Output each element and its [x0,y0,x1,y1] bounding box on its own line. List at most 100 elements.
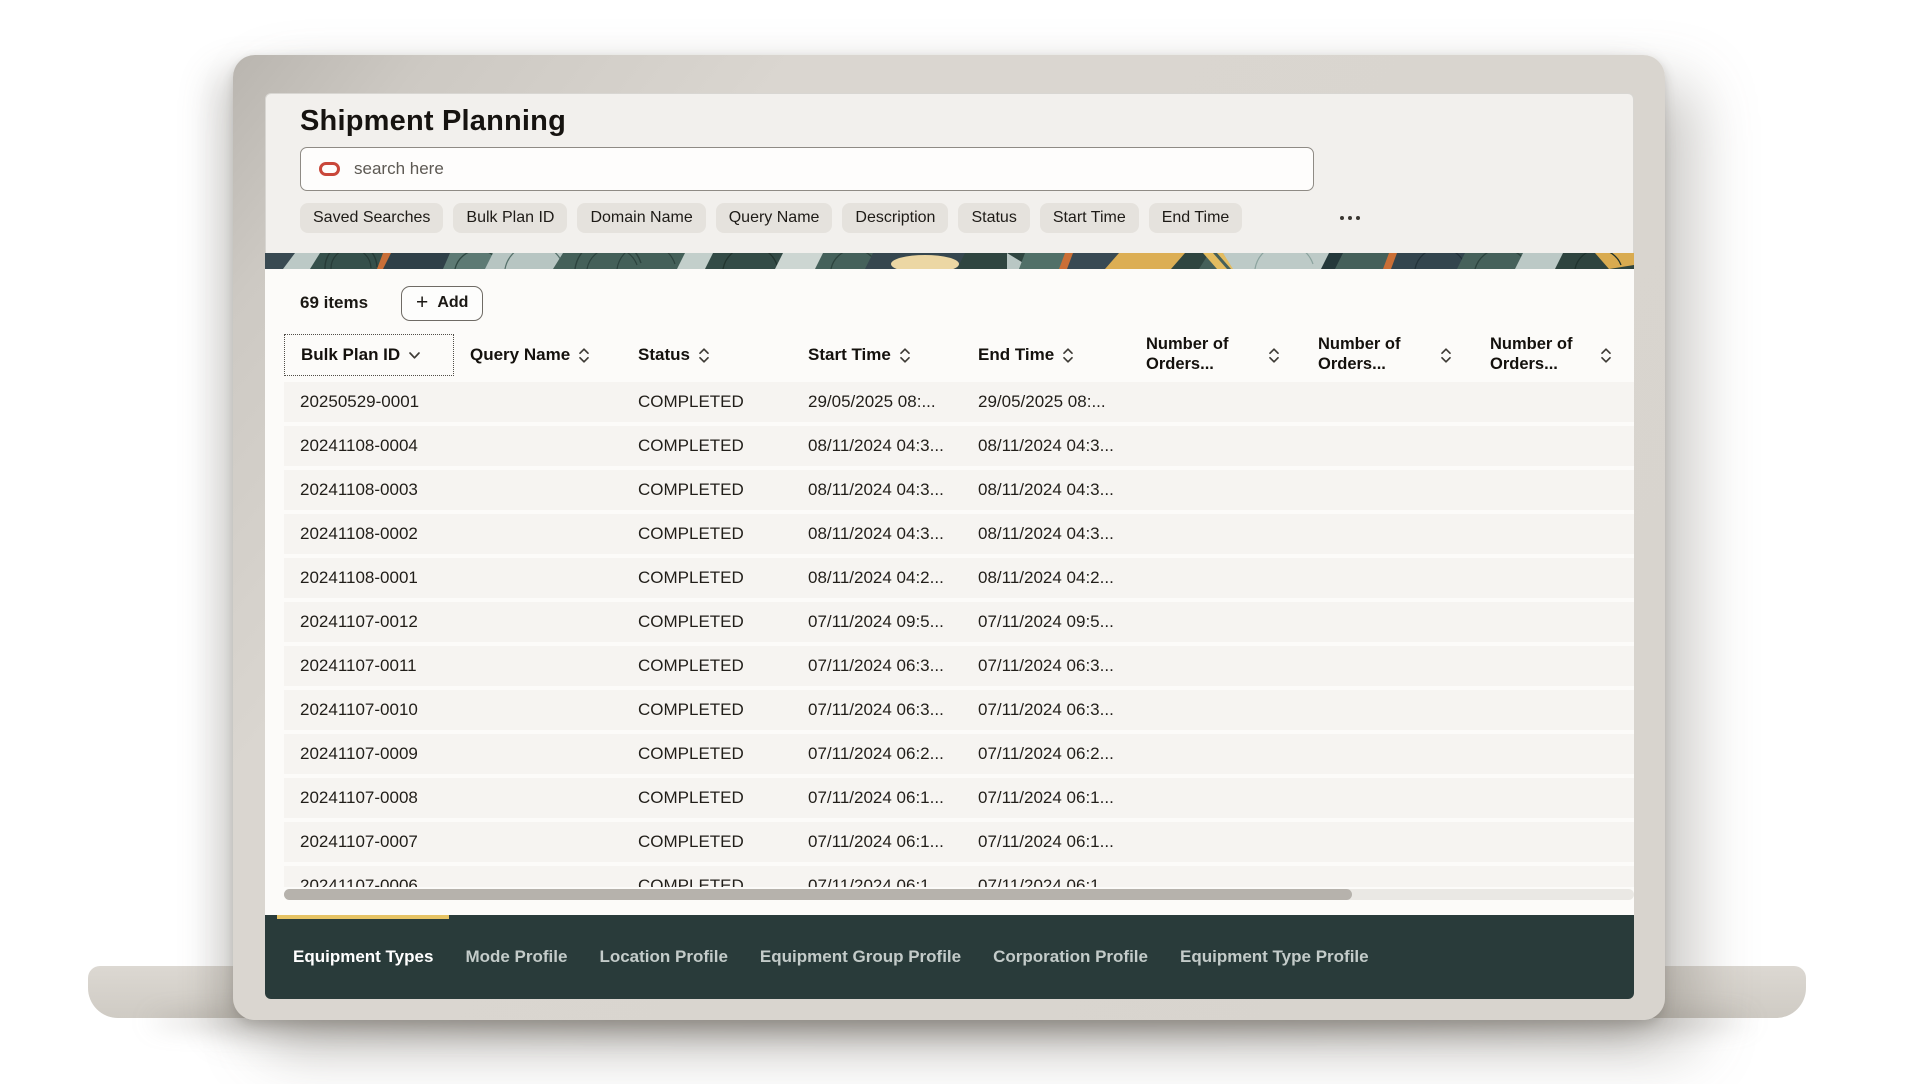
cell-end_time: 07/11/2024 06:2... [962,734,1130,774]
tab-mode-profile[interactable]: Mode Profile [449,915,583,999]
cell-start_time: 07/11/2024 06:3... [792,690,962,730]
cell-query_name [454,778,622,818]
filter-chip-status[interactable]: Status [958,203,1029,233]
column-header-number-of-orders-7[interactable]: Number of Orders... [1474,334,1634,376]
tab-equipment-types[interactable]: Equipment Types [277,915,449,999]
table-row[interactable]: 20241107-0011COMPLETED07/11/2024 06:3...… [284,646,1634,686]
decorative-banner [265,253,1634,269]
cell-orders_c [1474,514,1634,554]
cell-orders_a [1130,426,1302,466]
tab-equipment-group-profile[interactable]: Equipment Group Profile [744,915,977,999]
sort-icon [698,347,710,364]
stage: Shipment Planning Saved SearchesBulk Pla… [0,0,1920,1084]
column-header-start-time-3[interactable]: Start Time [792,334,962,376]
horizontal-scrollbar-track[interactable] [284,889,1634,900]
cell-orders_b [1302,382,1474,422]
table-row[interactable]: 20241107-0012COMPLETED07/11/2024 09:5...… [284,602,1634,642]
cell-status: COMPLETED [622,382,792,422]
table-row[interactable]: 20241107-0008 COMPLETED 07/11/2024 06:1...… [284,778,1634,818]
chips-overflow-button[interactable] [1334,210,1366,226]
cell-end_time: 08/11/2024 04:3... [962,514,1130,554]
tab-location-profile[interactable]: Location Profile [583,915,743,999]
cell-status: COMPLETED [622,470,792,510]
column-header-end-time-4[interactable]: End Time [962,334,1130,376]
table-row[interactable]: 20250529-0001COMPLETED29/05/2025 08:...2… [284,382,1634,422]
cell-orders_c [1474,734,1634,774]
cell-orders_b [1302,558,1474,598]
filter-chip-end-time[interactable]: End Time [1149,203,1243,233]
column-header-number-of-orders-6[interactable]: Number of Orders... [1302,334,1474,376]
cell-orders_b [1302,470,1474,510]
cell-status: COMPLETED [622,778,792,818]
search-input[interactable] [354,148,1313,190]
table-row[interactable]: 20241107-0009 COMPLETED 07/11/2024 06:2...… [284,734,1634,774]
table-row[interactable]: 20241108-0003COMPLETED08/11/2024 04:3...… [284,470,1634,510]
table-row[interactable]: 20241107-0010COMPLETED07/11/2024 06:3...… [284,690,1634,730]
cell-status: COMPLETED [622,866,792,887]
cell-orders_c [1474,382,1634,422]
column-header-bulk-plan-id-0[interactable]: Bulk Plan ID [284,334,454,376]
cell-bulk_plan_id: 20241107-0010 [284,690,454,730]
horizontal-scrollbar-thumb[interactable] [284,889,1352,900]
cell-bulk_plan_id: 20241108-0002 [284,514,454,554]
sort-icon [578,347,590,364]
cell-query_name [454,646,622,686]
column-label: Query Name [470,345,570,365]
cell-orders_b [1302,690,1474,730]
cell-query_name [454,514,622,554]
cell-status: COMPLETED [622,558,792,598]
cell-orders_a [1130,734,1302,774]
bulk-plans-table: Bulk Plan ID Query Name Status Start Time En… [284,334,1634,887]
cell-start_time: 08/11/2024 04:3... [792,470,962,510]
cell-end_time: 07/11/2024 06:1... [962,778,1130,818]
tab-corporation-profile[interactable]: Corporation Profile [977,915,1164,999]
bottom-tab-bar: Equipment TypesMode ProfileLocation Prof… [265,915,1634,999]
table-row[interactable]: 20241108-0001COMPLETED08/11/2024 04:2...… [284,558,1634,598]
column-label: Status [638,345,690,365]
cell-query_name [454,866,622,887]
filter-chip-start-time[interactable]: Start Time [1040,203,1139,233]
column-header-number-of-orders-5[interactable]: Number of Orders... [1130,334,1302,376]
sort-icon [1440,347,1452,364]
cell-orders_b [1302,426,1474,466]
cell-start_time: 07/11/2024 09:5... [792,602,962,642]
cell-query_name [454,690,622,730]
column-label: End Time [978,345,1054,365]
cell-end_time: 08/11/2024 04:3... [962,470,1130,510]
tab-equipment-type-profile[interactable]: Equipment Type Profile [1164,915,1385,999]
cell-end_time: 08/11/2024 04:3... [962,426,1130,466]
table-row[interactable]: 20241107-0006COMPLETED07/11/2024 06:1...… [284,866,1634,887]
cell-orders_c [1474,778,1634,818]
filter-chip-domain-name[interactable]: Domain Name [577,203,705,233]
ellipsis-icon [1340,216,1344,220]
cell-bulk_plan_id: 20241107-0011 [284,646,454,686]
column-header-query-name-1[interactable]: Query Name [454,334,622,376]
filter-chip-saved-searches[interactable]: Saved Searches [300,203,443,233]
cell-bulk_plan_id: 20241107-0009 [284,734,454,774]
cell-bulk_plan_id: 20241107-0008 [284,778,454,818]
filter-chip-bulk-plan-id[interactable]: Bulk Plan ID [453,203,567,233]
cell-status: COMPLETED [622,734,792,774]
laptop-frame: Shipment Planning Saved SearchesBulk Pla… [233,55,1665,1020]
column-label: Number of Orders... [1146,335,1242,375]
filter-chip-description[interactable]: Description [842,203,948,233]
sort-icon [899,347,911,364]
cell-bulk_plan_id: 20241107-0006 [284,866,454,887]
cell-end_time: 08/11/2024 04:2... [962,558,1130,598]
app-header: Shipment Planning Saved SearchesBulk Pla… [265,93,1634,253]
cell-orders_b [1302,602,1474,642]
cell-orders_c [1474,690,1634,730]
cell-orders_a [1130,690,1302,730]
cell-status: COMPLETED [622,602,792,642]
search-bar[interactable] [300,147,1314,191]
table-row[interactable]: 20241108-0004COMPLETED08/11/2024 04:3...… [284,426,1634,466]
filter-chip-query-name[interactable]: Query Name [716,203,833,233]
add-button[interactable]: + Add [401,286,483,321]
laptop-screen: Shipment Planning Saved SearchesBulk Pla… [265,93,1634,999]
table-row[interactable]: 20241107-0007COMPLETED07/11/2024 06:1...… [284,822,1634,862]
column-header-status-2[interactable]: Status [622,334,792,376]
table-header-row: Bulk Plan ID Query Name Status Start Time En… [284,334,1634,376]
cell-orders_b [1302,734,1474,774]
table-row[interactable]: 20241108-0002COMPLETED08/11/2024 04:3...… [284,514,1634,554]
cell-orders_b [1302,778,1474,818]
